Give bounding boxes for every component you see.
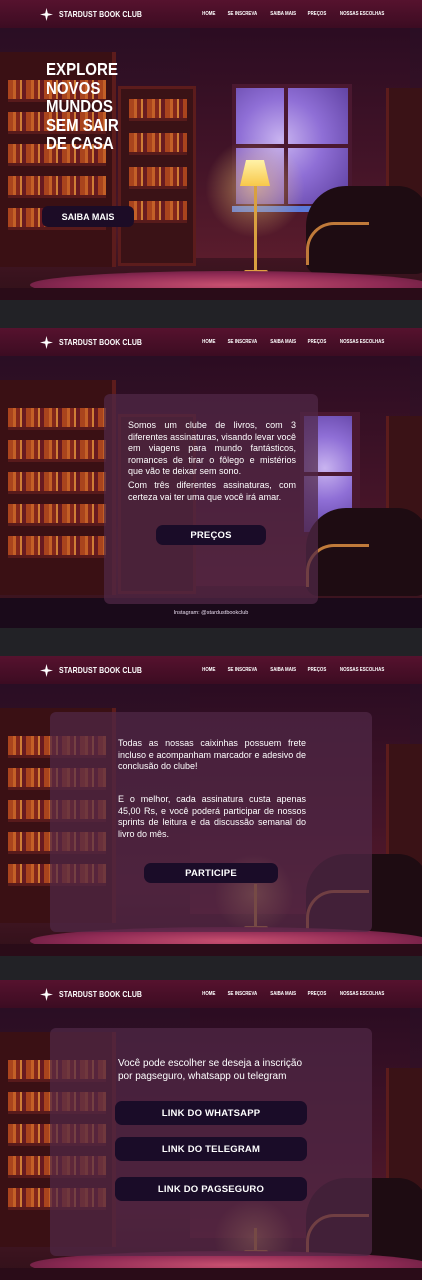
nav-home[interactable]: HOME <box>202 339 215 345</box>
site-header: STARDUST BOOK CLUB HOME SE INSCREVA SAIB… <box>0 656 422 684</box>
main-nav: HOME SE INSCREVA SAIBA MAIS PREÇOS NOSSA… <box>201 339 388 345</box>
brand-name: STARDUST BOOK CLUB <box>59 337 143 347</box>
benefits-section: STARDUST BOOK CLUB HOME SE INSCREVA SAIB… <box>0 656 422 956</box>
benefits-panel: Todas as nossas caixinhas possuem frete … <box>50 712 372 932</box>
hero-section: STARDUST BOOK CLUB HOME SE INSCREVA SAIB… <box>0 0 422 300</box>
nav-home[interactable]: HOME <box>202 991 215 997</box>
nav-home[interactable]: HOME <box>202 11 215 17</box>
sparkle-star-icon <box>40 7 53 21</box>
nav-precos[interactable]: PREÇOS <box>308 991 327 997</box>
instagram-handle[interactable]: Instagram: @stardustbookclub <box>0 610 422 616</box>
nav-saiba-mais[interactable]: SAIBA MAIS <box>270 11 296 17</box>
sparkle-star-icon <box>40 663 53 677</box>
sparkle-star-icon <box>40 987 53 1001</box>
main-nav: HOME SE INSCREVA SAIBA MAIS PREÇOS NOSSA… <box>201 11 388 17</box>
whatsapp-link-button[interactable]: LINK DO WHATSAPP <box>115 1101 307 1125</box>
bookshelf <box>118 86 196 266</box>
site-header: STARDUST BOOK CLUB HOME SE INSCREVA SAIB… <box>0 980 422 1008</box>
telegram-link-button[interactable]: LINK DO TELEGRAM <box>115 1137 307 1161</box>
nav-se-inscreva[interactable]: SE INSCREVA <box>227 667 257 673</box>
nav-se-inscreva[interactable]: SE INSCREVA <box>227 991 257 997</box>
hero-title: EXPLORE NOVOS MUNDOS SEM SAIR DE CASA <box>46 59 119 153</box>
brand[interactable]: STARDUST BOOK CLUB <box>40 335 160 349</box>
brand-name: STARDUST BOOK CLUB <box>59 989 143 999</box>
site-header: STARDUST BOOK CLUB HOME SE INSCREVA SAIB… <box>0 328 422 356</box>
armchair <box>306 186 422 274</box>
nav-nossas-escolhas[interactable]: NOSSAS ESCOLHAS <box>340 11 384 17</box>
nav-precos[interactable]: PREÇOS <box>308 667 327 673</box>
nav-saiba-mais[interactable]: SAIBA MAIS <box>270 991 296 997</box>
brand[interactable]: STARDUST BOOK CLUB <box>40 987 160 1001</box>
section-gap <box>0 956 422 980</box>
nav-home[interactable]: HOME <box>202 667 215 673</box>
signup-section: STARDUST BOOK CLUB HOME SE INSCREVA SAIB… <box>0 980 422 1280</box>
pagseguro-link-button[interactable]: LINK DO PAGSEGURO <box>115 1177 307 1201</box>
sparkle-star-icon <box>40 335 53 349</box>
brand-name: STARDUST BOOK CLUB <box>59 9 143 19</box>
about-panel: Somos um clube de livros, com 3 diferent… <box>104 394 318 604</box>
nav-nossas-escolhas[interactable]: NOSSAS ESCOLHAS <box>340 339 384 345</box>
about-section: STARDUST BOOK CLUB HOME SE INSCREVA SAIB… <box>0 328 422 628</box>
nav-precos[interactable]: PREÇOS <box>308 11 327 17</box>
about-paragraph-2: Com três diferentes assinaturas, com cer… <box>128 480 296 502</box>
armchair <box>306 508 422 596</box>
brand[interactable]: STARDUST BOOK CLUB <box>40 663 160 677</box>
participe-button[interactable]: PARTICIPE <box>144 863 278 883</box>
nav-nossas-escolhas[interactable]: NOSSAS ESCOLHAS <box>340 991 384 997</box>
about-paragraph-1: Somos um clube de livros, com 3 diferent… <box>128 420 296 477</box>
saiba-mais-button[interactable]: SAIBA MAIS <box>42 206 134 227</box>
benefits-paragraph-2: E o melhor, cada assinatura custa apenas… <box>118 794 306 839</box>
nav-se-inscreva[interactable]: SE INSCREVA <box>227 339 257 345</box>
site-header: STARDUST BOOK CLUB HOME SE INSCREVA SAIB… <box>0 0 422 28</box>
brand[interactable]: STARDUST BOOK CLUB <box>40 7 160 21</box>
section-gap <box>0 300 422 328</box>
signup-intro: Você pode escolher se deseja a inscrição… <box>118 1058 303 1082</box>
precos-button[interactable]: PREÇOS <box>156 525 266 545</box>
nav-saiba-mais[interactable]: SAIBA MAIS <box>270 667 296 673</box>
brand-name: STARDUST BOOK CLUB <box>59 665 143 675</box>
nav-precos[interactable]: PREÇOS <box>308 339 327 345</box>
main-nav: HOME SE INSCREVA SAIBA MAIS PREÇOS NOSSA… <box>201 991 388 997</box>
benefits-paragraph-1: Todas as nossas caixinhas possuem frete … <box>118 738 306 772</box>
bookshelf <box>0 380 116 595</box>
nav-saiba-mais[interactable]: SAIBA MAIS <box>270 339 296 345</box>
nav-se-inscreva[interactable]: SE INSCREVA <box>227 11 257 17</box>
section-gap <box>0 628 422 656</box>
main-nav: HOME SE INSCREVA SAIBA MAIS PREÇOS NOSSA… <box>201 667 388 673</box>
nav-nossas-escolhas[interactable]: NOSSAS ESCOLHAS <box>340 667 384 673</box>
